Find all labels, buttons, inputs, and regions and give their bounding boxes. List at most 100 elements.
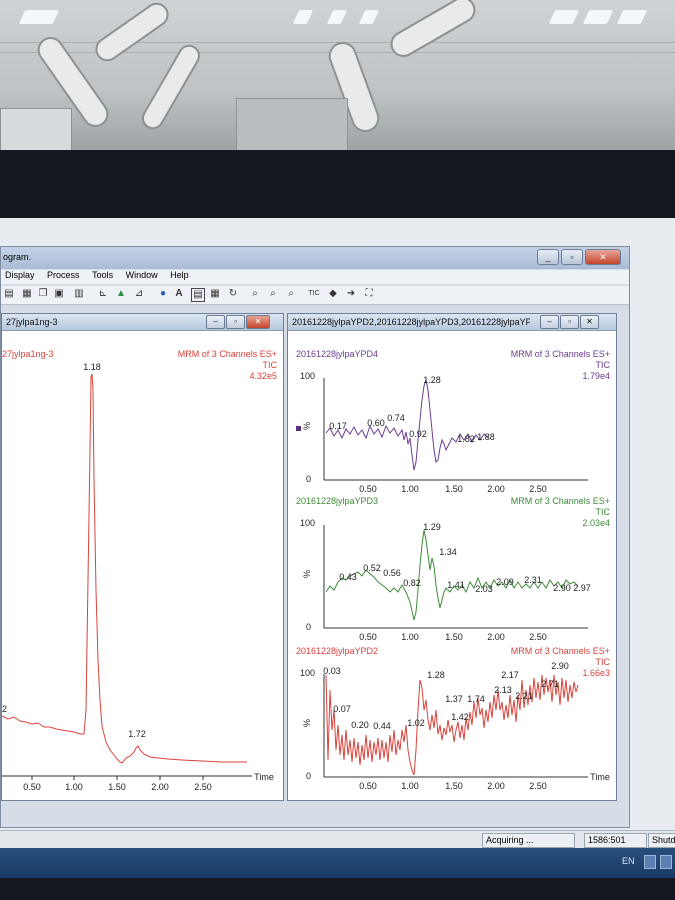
save-icon[interactable]: ▥ <box>73 288 85 300</box>
child-maximize-button[interactable]: ▫ <box>560 315 579 329</box>
y-min-label: 0 <box>306 771 311 781</box>
menu-help[interactable]: Help <box>170 270 189 280</box>
x-tick-label: 1.00 <box>65 782 83 792</box>
application-window: ogram. _ ▫ ✕ Display Process Tools Windo… <box>0 246 630 828</box>
peak-label: 1.28 <box>423 375 441 385</box>
taskbar: EN <box>0 848 675 878</box>
tic-icon[interactable]: TIC <box>307 288 321 300</box>
peak-label: 0.60 <box>367 418 385 428</box>
x-tick-label: 2.00 <box>487 484 505 494</box>
x-tick-label: 1.50 <box>108 782 126 792</box>
peak-label: 1.18 <box>83 362 101 372</box>
ceiling-light <box>18 10 60 24</box>
child-minimize-button[interactable]: – <box>206 315 225 329</box>
volume-icon[interactable] <box>660 855 672 869</box>
paste-icon[interactable]: ▣ <box>53 288 65 300</box>
intensity-label: 2.03e4 <box>582 518 610 528</box>
child-close-button[interactable]: ✕ <box>580 315 599 329</box>
peak-label: 2.13 <box>494 685 512 695</box>
y-min-label: 0 <box>306 474 311 484</box>
integrate-icon[interactable]: ⊿ <box>133 288 145 300</box>
peak-label: 0.20 <box>351 720 369 730</box>
x-tick-label: 0.50 <box>23 782 41 792</box>
peak-label: 2.71 <box>541 679 559 689</box>
peak-label: 1.29 <box>423 522 441 532</box>
globe-icon[interactable]: ● <box>157 288 169 300</box>
left-chromatogram-window: 27jylpa1ng-3 – ▫ ✕ 27jylpa1ng-3 MRM of 3… <box>1 313 284 801</box>
left-chromatogram-plot: 27jylpa1ng-3 MRM of 3 Channels ES+ TIC 4… <box>2 349 277 792</box>
ceiling-light <box>326 10 348 24</box>
channel-header: MRM of 3 Channels ES+ <box>511 646 610 656</box>
child-close-button[interactable]: ✕ <box>246 315 270 329</box>
menu-tools[interactable]: Tools <box>92 270 113 280</box>
window-titlebar[interactable]: ogram. _ ▫ ✕ <box>1 247 629 269</box>
y-max-label: 100 <box>300 371 315 381</box>
right-window-title: 20161228jylpaYPD2,20161228jylpaYPD3,2016… <box>292 317 530 327</box>
peak-label: 0.07 <box>333 704 351 714</box>
status-bar: Acquiring ... 1586:501 Shutd <box>0 830 675 849</box>
stacked-chromatogram-plots: 20161228jylpaYPD4 MRM of 3 Channels ES+ … <box>296 349 611 791</box>
menu-process[interactable]: Process <box>47 270 80 280</box>
y-axis-unit: % <box>302 422 312 430</box>
x-tick-label: 0.50 <box>359 484 377 494</box>
intensity-label: 4.32e5 <box>249 371 277 381</box>
peak-label: 0.56 <box>383 568 401 578</box>
text-icon[interactable]: A <box>173 288 185 300</box>
peak-label: 1.74 <box>467 694 485 704</box>
open-icon[interactable]: ▤ <box>3 288 15 300</box>
refresh-icon[interactable]: ↻ <box>227 288 239 300</box>
x-tick-label: 1.00 <box>401 781 419 791</box>
sample-label: 20161228jylpaYPD4 <box>296 349 378 359</box>
ceiling-light <box>292 10 314 24</box>
peak-label: 0.43 <box>339 572 357 582</box>
left-window-title: 27jylpa1ng-3 <box>6 317 58 327</box>
fume-extraction-arm <box>137 40 205 134</box>
wall-cabinet <box>236 98 348 150</box>
copy-icon[interactable]: ❐ <box>37 288 49 300</box>
maximize-button[interactable]: ▫ <box>561 249 583 265</box>
x-tick-label: 2.00 <box>151 782 169 792</box>
peak-label: 2.97 <box>573 583 591 593</box>
peak-label: 0.03 <box>323 666 341 676</box>
x-tick-label: 1.50 <box>445 781 463 791</box>
peak-label: 2.03 <box>475 584 493 594</box>
x-tick-label: 0.50 <box>359 781 377 791</box>
right-window-titlebar[interactable]: 20161228jylpaYPD2,20161228jylpaYPD3,2016… <box>288 314 616 331</box>
peak-label: 0.74 <box>387 413 405 423</box>
chromatogram-trace <box>2 373 247 764</box>
mode-label: TIC <box>596 360 611 370</box>
layout-grid-icon[interactable]: ▦ <box>209 288 221 300</box>
x-tick-label: 0.50 <box>359 632 377 642</box>
menu-window[interactable]: Window <box>126 270 158 280</box>
x-tick-label: 2.00 <box>487 781 505 791</box>
child-maximize-button[interactable]: ▫ <box>226 315 245 329</box>
menu-display[interactable]: Display <box>5 270 35 280</box>
chromatogram-panel-ypd2: 20161228jylpaYPD2 MRM of 3 Channels ES+ … <box>296 646 610 791</box>
chromatogram-panel-ypd3: 20161228jylpaYPD3 MRM of 3 Channels ES+ … <box>296 496 610 642</box>
back-icon[interactable]: ◆ <box>327 288 339 300</box>
child-minimize-button[interactable]: – <box>540 315 559 329</box>
menu-bar: Display Process Tools Window Help <box>1 270 629 284</box>
close-button[interactable]: ✕ <box>585 249 621 265</box>
shutdown-status: Shutd <box>648 833 675 848</box>
chart-icon[interactable]: ⊾ <box>97 288 109 300</box>
minimize-button[interactable]: _ <box>537 249 559 265</box>
lab-equipment <box>0 108 72 150</box>
forward-icon[interactable]: ➜ <box>345 288 357 300</box>
peak-label: 1.42 <box>451 712 469 722</box>
zoom-reset-icon[interactable]: ⌕ <box>285 288 297 300</box>
layout-icon[interactable]: ▤ <box>191 288 205 302</box>
peak-label: 1.88 <box>477 432 495 442</box>
language-indicator[interactable]: EN <box>622 856 635 866</box>
peak-icon[interactable]: ▲ <box>115 288 127 300</box>
x-tick-label: 2.50 <box>529 632 547 642</box>
zoom-out-icon[interactable]: ⌕ <box>267 288 279 300</box>
network-icon[interactable] <box>644 855 656 869</box>
print-icon[interactable]: ▦ <box>21 288 33 300</box>
x-axis-title: Time <box>590 772 610 782</box>
zoom-in-icon[interactable]: ⌕ <box>249 288 261 300</box>
y-axis-unit: % <box>302 570 312 578</box>
peak-label: 0.92 <box>409 429 427 439</box>
fit-icon[interactable]: ⛶ <box>363 288 375 300</box>
left-window-titlebar[interactable]: 27jylpa1ng-3 – ▫ ✕ <box>2 314 283 331</box>
